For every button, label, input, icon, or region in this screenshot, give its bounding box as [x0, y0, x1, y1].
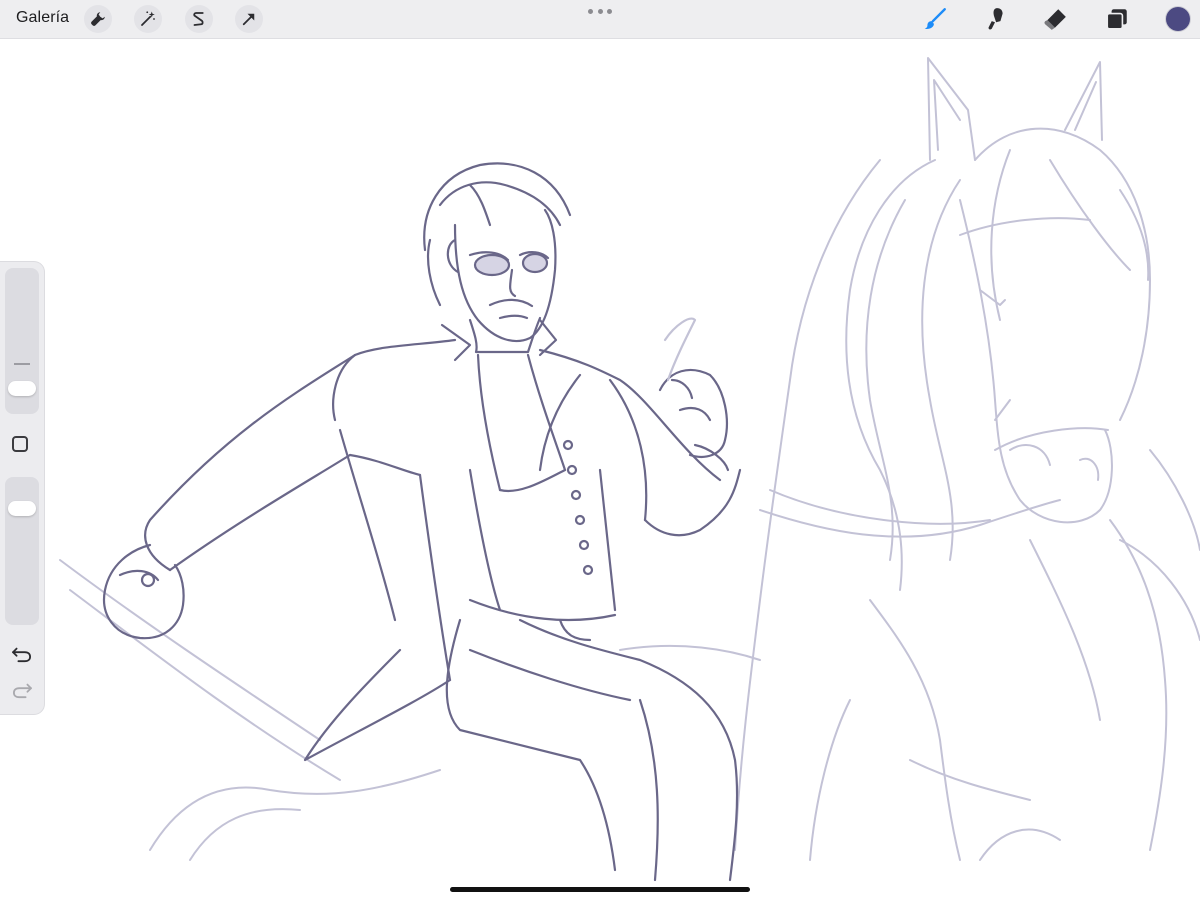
top-toolbar: Galería — [0, 0, 1200, 39]
dot — [607, 8, 612, 14]
actions-button[interactable] — [84, 5, 112, 33]
brush-size-thumb[interactable] — [8, 381, 36, 396]
home-indicator[interactable] — [450, 887, 750, 892]
undo-icon — [12, 647, 32, 663]
figure-sketch — [102, 162, 742, 882]
undo-button[interactable] — [10, 644, 34, 664]
transform-button[interactable] — [235, 5, 263, 33]
smudge-tool-button[interactable] — [980, 5, 1010, 33]
dot — [588, 8, 593, 14]
toolbar-handle[interactable] — [588, 6, 612, 16]
magic-wand-icon — [141, 11, 155, 26]
procreate-app: Galería — [0, 0, 1200, 900]
horse-sketch — [59, 57, 1200, 861]
redo-button[interactable] — [10, 680, 34, 700]
eraser-icon — [1044, 9, 1066, 30]
drawing-canvas[interactable] — [0, 38, 1200, 900]
layers-icon — [1106, 9, 1127, 30]
color-picker-swatch[interactable] — [1166, 7, 1190, 31]
eraser-tool-button[interactable] — [1040, 5, 1070, 33]
opacity-slider[interactable] — [5, 477, 39, 625]
layers-button[interactable] — [1102, 5, 1132, 33]
gallery-button[interactable]: Galería — [16, 9, 69, 27]
wrench-icon — [91, 12, 105, 26]
adjustments-button[interactable] — [134, 5, 162, 33]
dot — [597, 8, 603, 14]
brush-tool-button[interactable] — [920, 5, 950, 33]
opacity-thumb[interactable] — [8, 501, 36, 516]
brush-icon — [924, 8, 946, 30]
slider-tick — [14, 363, 30, 365]
redo-icon — [12, 683, 32, 699]
brush-size-slider[interactable] — [5, 268, 39, 414]
smudge-icon — [988, 8, 1003, 30]
sketch-artwork — [59, 57, 1200, 882]
arrow-cursor-icon — [242, 13, 255, 26]
selection-button[interactable] — [185, 5, 213, 33]
modify-square-icon[interactable] — [12, 436, 28, 452]
left-sidebar — [0, 262, 44, 714]
selection-s-icon — [193, 12, 204, 26]
